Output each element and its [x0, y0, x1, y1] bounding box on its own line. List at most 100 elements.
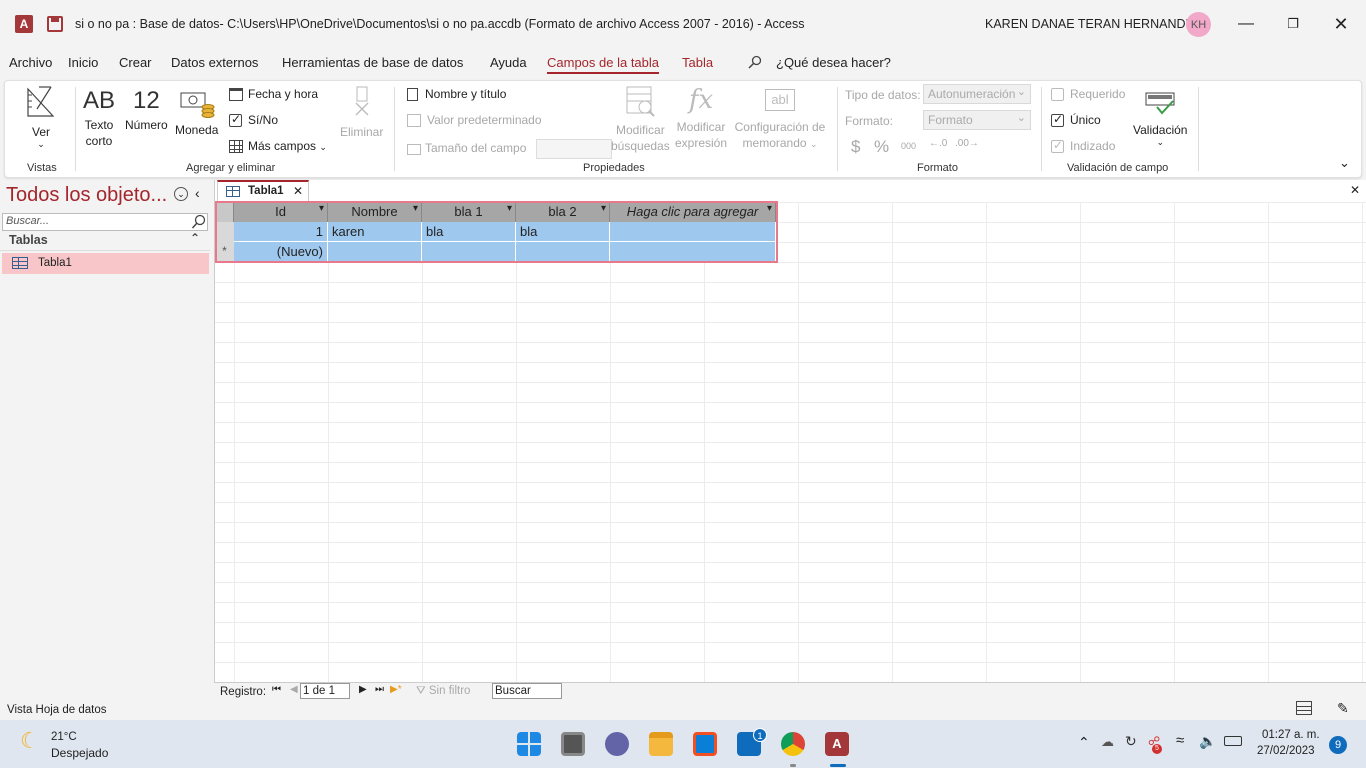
table-cell[interactable] [610, 222, 776, 242]
chrome-icon[interactable] [781, 732, 805, 756]
tell-me-search[interactable]: ¿Qué desea hacer? [776, 55, 891, 70]
number-button[interactable]: 12 Número [125, 87, 168, 133]
tab-campos-de-la-tabla[interactable]: Campos de la tabla [547, 55, 660, 74]
volume-icon[interactable]: 🔈 [1199, 733, 1216, 750]
minimize-icon[interactable]: — [1223, 0, 1269, 48]
chat-icon[interactable] [605, 732, 629, 756]
filter-dropdown-icon[interactable]: ▾ [507, 203, 512, 214]
validation-button[interactable]: Validación ⌄ [1133, 89, 1187, 147]
more-fields-button[interactable]: Más campos ⌄ [229, 139, 327, 154]
tab-crear[interactable]: Crear [119, 55, 152, 70]
store-icon[interactable] [693, 732, 717, 756]
date-time-button[interactable]: Fecha y hora [229, 87, 318, 102]
modify-expression-button[interactable]: fx Modificar expresión [675, 85, 727, 151]
nav-menu-icon[interactable]: ⌄ [174, 187, 188, 201]
tab-ayuda[interactable]: Ayuda [490, 55, 527, 70]
currency-button[interactable]: Moneda [175, 87, 218, 138]
file-explorer-icon[interactable] [649, 732, 673, 756]
currency-format-icon[interactable]: $ [851, 137, 860, 157]
tab-datos-externos[interactable]: Datos externos [171, 55, 258, 70]
filter-dropdown-icon[interactable]: ▾ [767, 203, 772, 214]
filter-dropdown-icon[interactable]: ▾ [319, 203, 324, 214]
restore-icon[interactable]: ❐ [1270, 0, 1316, 48]
record-position-input[interactable]: 1 de 1 [300, 683, 350, 699]
data-type-select[interactable]: Autonumeración [923, 84, 1031, 104]
close-tab-icon[interactable]: ✕ [293, 184, 303, 198]
unique-checkbox[interactable]: Único [1051, 112, 1101, 128]
format-select[interactable]: Formato [923, 110, 1031, 130]
notification-badge[interactable]: 9 [1329, 736, 1347, 754]
user-name[interactable]: KAREN DANAE TERAN HERNANDEZ [985, 17, 1201, 31]
increase-decimals-icon[interactable]: ←.0 [929, 138, 947, 149]
table-cell[interactable] [516, 242, 610, 262]
tab-tabla[interactable]: Tabla [682, 55, 713, 70]
view-button[interactable]: Ver ⌄ [25, 85, 57, 149]
new-record-cell[interactable]: (Nuevo) [234, 242, 328, 262]
ribbon-collapse-icon[interactable]: ⌄ [1339, 155, 1350, 171]
datasheet-view-icon[interactable] [1296, 701, 1312, 715]
column-header-bla1[interactable]: bla 1 ▾ [422, 202, 516, 222]
table-cell[interactable]: bla [516, 222, 610, 242]
datasheet-search-input[interactable]: Buscar [492, 683, 562, 699]
save-icon[interactable] [47, 16, 63, 32]
new-row-marker[interactable]: * [215, 242, 234, 262]
document-tab-tabla1[interactable]: Tabla1 ✕ [217, 180, 309, 202]
table-cell[interactable]: 1 [234, 222, 328, 242]
percent-format-icon[interactable]: % [874, 137, 889, 157]
access-app-icon[interactable]: A [15, 15, 33, 33]
table-cell[interactable] [610, 242, 776, 262]
tab-inicio[interactable]: Inicio [68, 55, 98, 70]
modify-lookups-button[interactable]: Modificar búsquedas [611, 85, 670, 154]
battery-icon[interactable] [1224, 736, 1242, 746]
task-view-icon[interactable] [561, 732, 585, 756]
next-record-icon[interactable]: ▶ [359, 684, 367, 695]
previous-record-icon[interactable]: ◀ [290, 684, 298, 695]
column-header-nombre[interactable]: Nombre ▾ [328, 202, 422, 222]
tab-archivo[interactable]: Archivo [9, 55, 52, 70]
nav-search-input[interactable]: Buscar... [2, 213, 208, 231]
yes-no-button[interactable]: Sí/No [229, 112, 278, 128]
indexed-checkbox[interactable]: Indizado [1051, 138, 1115, 154]
filter-dropdown-icon[interactable]: ▾ [413, 203, 418, 214]
column-header-add-field[interactable]: Haga clic para agregar ▾ [610, 202, 776, 222]
filter-indicator[interactable]: ⛛ Sin filtro [416, 685, 470, 698]
column-header-bla2[interactable]: bla 2 ▾ [516, 202, 610, 222]
table-cell[interactable]: bla [422, 222, 516, 242]
name-caption-button[interactable]: Nombre y título [407, 87, 506, 102]
new-record-icon[interactable]: ▶* [390, 684, 402, 695]
short-text-button[interactable]: AB Texto corto [83, 87, 115, 149]
last-record-icon[interactable]: ⏭ [375, 684, 384, 695]
nav-pane-title[interactable]: Todos los objeto... [6, 184, 167, 207]
search-icon[interactable] [748, 55, 762, 69]
default-value-button[interactable]: Valor predeterminado [407, 113, 542, 128]
select-all-corner[interactable] [215, 202, 234, 222]
memo-settings-button[interactable]: abl Configuración de memorando ⌄ [733, 85, 827, 152]
table-cell[interactable] [422, 242, 516, 262]
design-view-icon[interactable]: ✎ [1337, 700, 1349, 717]
access-taskbar-icon[interactable]: A [825, 732, 849, 756]
first-record-icon[interactable]: ⏮ [272, 684, 281, 695]
table-cell[interactable]: karen [328, 222, 422, 242]
column-header-id[interactable]: Id ▾ [234, 202, 328, 222]
thousands-format-icon[interactable]: 000 [901, 141, 916, 151]
table-cell[interactable] [328, 242, 422, 262]
nav-section-tablas[interactable]: Tablas ⌃ [0, 231, 210, 251]
cloud-icon[interactable]: ☁ [1101, 734, 1114, 750]
nav-item-tabla1[interactable]: Tabla1 [2, 253, 209, 274]
search-icon[interactable] [191, 214, 207, 230]
weather-temp[interactable]: 21°C [51, 731, 77, 743]
wifi-icon[interactable]: ≈ [1176, 732, 1184, 749]
close-icon[interactable]: ✕ [1318, 0, 1364, 48]
clock-time[interactable]: 01:27 a. m. [1262, 729, 1320, 741]
clock-date[interactable]: 27/02/2023 [1257, 745, 1315, 757]
decrease-decimals-icon[interactable]: .00→ [955, 138, 979, 149]
chevron-up-icon[interactable]: ⌃ [1078, 734, 1090, 751]
weather-desc[interactable]: Despejado [51, 746, 108, 760]
sync-icon[interactable]: ↻ [1125, 733, 1137, 750]
nav-collapse-icon[interactable]: ‹ [195, 185, 200, 201]
required-checkbox[interactable]: Requerido [1051, 87, 1125, 102]
filter-dropdown-icon[interactable]: ▾ [601, 203, 606, 214]
field-size-input[interactable] [535, 139, 612, 159]
tab-herramientas[interactable]: Herramientas de base de datos [282, 55, 463, 70]
start-icon[interactable] [517, 732, 541, 756]
